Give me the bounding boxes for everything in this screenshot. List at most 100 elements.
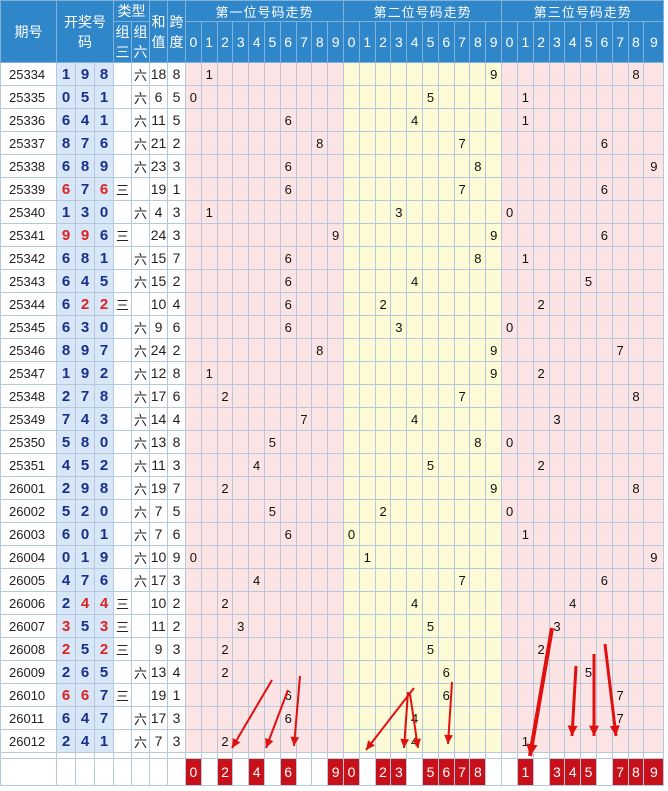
header-type-g3-label: 组三 xyxy=(115,24,130,60)
summary-blank-cell xyxy=(131,758,150,786)
trend-cell xyxy=(374,706,392,730)
summary-mark-pos2: 5 xyxy=(422,758,439,786)
trend-cell xyxy=(343,568,360,592)
draw-digit-1: 6 xyxy=(56,269,76,293)
trend-cell xyxy=(437,223,455,247)
header-digit-pos3: 1 xyxy=(516,21,534,63)
trend-cell xyxy=(374,269,392,293)
trend-cell xyxy=(643,384,665,408)
trend-cell xyxy=(185,729,202,753)
trend-cell xyxy=(611,568,629,592)
type-g6-cell: 六 xyxy=(131,568,150,592)
trend-cell xyxy=(564,476,582,500)
trend-cell xyxy=(453,476,471,500)
trend-cell xyxy=(422,522,439,546)
summary-mark-pos1: 0 xyxy=(185,758,202,786)
trend-cell xyxy=(263,223,281,247)
trend-cell xyxy=(374,338,392,362)
span-cell: 6 xyxy=(167,315,186,339)
trend-cell xyxy=(643,430,665,454)
draw-digit-3: 5 xyxy=(94,269,114,293)
trend-cell xyxy=(200,269,218,293)
trend-cell xyxy=(469,545,487,569)
trend-cell xyxy=(485,545,503,569)
trend-cell xyxy=(311,407,329,431)
trend-cell xyxy=(311,315,329,339)
span-cell: 2 xyxy=(167,338,186,362)
summary-mark-pos2: 0 xyxy=(343,758,360,786)
trend-cell xyxy=(263,453,281,477)
trend-cell xyxy=(627,85,645,109)
span-cell: 3 xyxy=(167,154,186,178)
trend-hit-pos3: 7 xyxy=(611,338,629,362)
trend-cell xyxy=(374,384,392,408)
type-g3-cell xyxy=(113,476,132,500)
trend-cell xyxy=(216,568,234,592)
trend-cell xyxy=(216,154,234,178)
trend-cell xyxy=(501,683,518,707)
period-cell: 25339 xyxy=(0,177,57,201)
trend-cell xyxy=(216,108,234,132)
draw-digit-1: 8 xyxy=(56,338,76,362)
trend-cell xyxy=(485,706,503,730)
trend-cell xyxy=(564,62,582,86)
trend-cell xyxy=(501,407,518,431)
span-cell: 8 xyxy=(167,62,186,86)
header-section-1: 第一位号码走势 xyxy=(184,0,345,22)
trend-cell xyxy=(248,499,265,523)
trend-hit-pos3: 3 xyxy=(548,614,566,638)
trend-cell xyxy=(501,522,518,546)
trend-cell xyxy=(643,407,665,431)
trend-cell xyxy=(611,62,629,86)
trend-cell xyxy=(548,499,566,523)
trend-cell xyxy=(374,246,392,270)
trend-cell xyxy=(185,338,202,362)
sum-cell: 15 xyxy=(149,269,168,293)
trend-cell xyxy=(548,292,566,316)
trend-cell xyxy=(295,315,313,339)
period-cell: 25341 xyxy=(0,223,57,247)
trend-cell xyxy=(437,476,455,500)
summary-mark-pos3: 1 xyxy=(516,758,534,786)
trend-hit-pos2: 3 xyxy=(390,315,408,339)
header-digit-pos1: 9 xyxy=(327,21,345,63)
draw-digit-1: 2 xyxy=(56,637,76,661)
trend-cell xyxy=(532,729,550,753)
trend-cell xyxy=(485,453,503,477)
trend-cell xyxy=(279,453,297,477)
trend-cell xyxy=(248,292,265,316)
trend-cell xyxy=(248,522,265,546)
trend-cell xyxy=(516,131,534,155)
trend-cell xyxy=(532,62,550,86)
trend-cell xyxy=(358,476,376,500)
trend-cell xyxy=(469,62,487,86)
trend-cell xyxy=(295,706,313,730)
table-row: 25337 8 7 6 六 21 2 8 7 6 xyxy=(0,131,665,155)
period-cell: 25351 xyxy=(0,453,57,477)
trend-cell xyxy=(627,706,645,730)
trend-hit-pos1: 9 xyxy=(327,223,345,247)
trend-cell xyxy=(485,108,503,132)
trend-cell xyxy=(185,660,202,684)
trend-cell xyxy=(390,660,408,684)
trend-cell xyxy=(469,108,487,132)
span-cell: 3 xyxy=(167,729,186,753)
trend-cell xyxy=(532,200,550,224)
trend-cell xyxy=(580,637,597,661)
trend-cell xyxy=(390,499,408,523)
trend-cell xyxy=(611,430,629,454)
trend-cell xyxy=(390,545,408,569)
trend-cell xyxy=(595,315,613,339)
trend-hit-pos3: 7 xyxy=(611,706,629,730)
type-g6-cell: 六 xyxy=(131,476,150,500)
trend-cell xyxy=(248,315,265,339)
trend-cell xyxy=(295,292,313,316)
table-row: 25339 6 7 6 三 19 1 6 7 6 xyxy=(0,177,665,201)
trend-cell xyxy=(279,223,297,247)
trend-cell xyxy=(453,729,471,753)
trend-cell xyxy=(232,660,250,684)
sum-cell: 17 xyxy=(149,706,168,730)
trend-cell xyxy=(485,614,503,638)
trend-cell xyxy=(343,154,360,178)
trend-hit-pos3: 5 xyxy=(580,660,597,684)
